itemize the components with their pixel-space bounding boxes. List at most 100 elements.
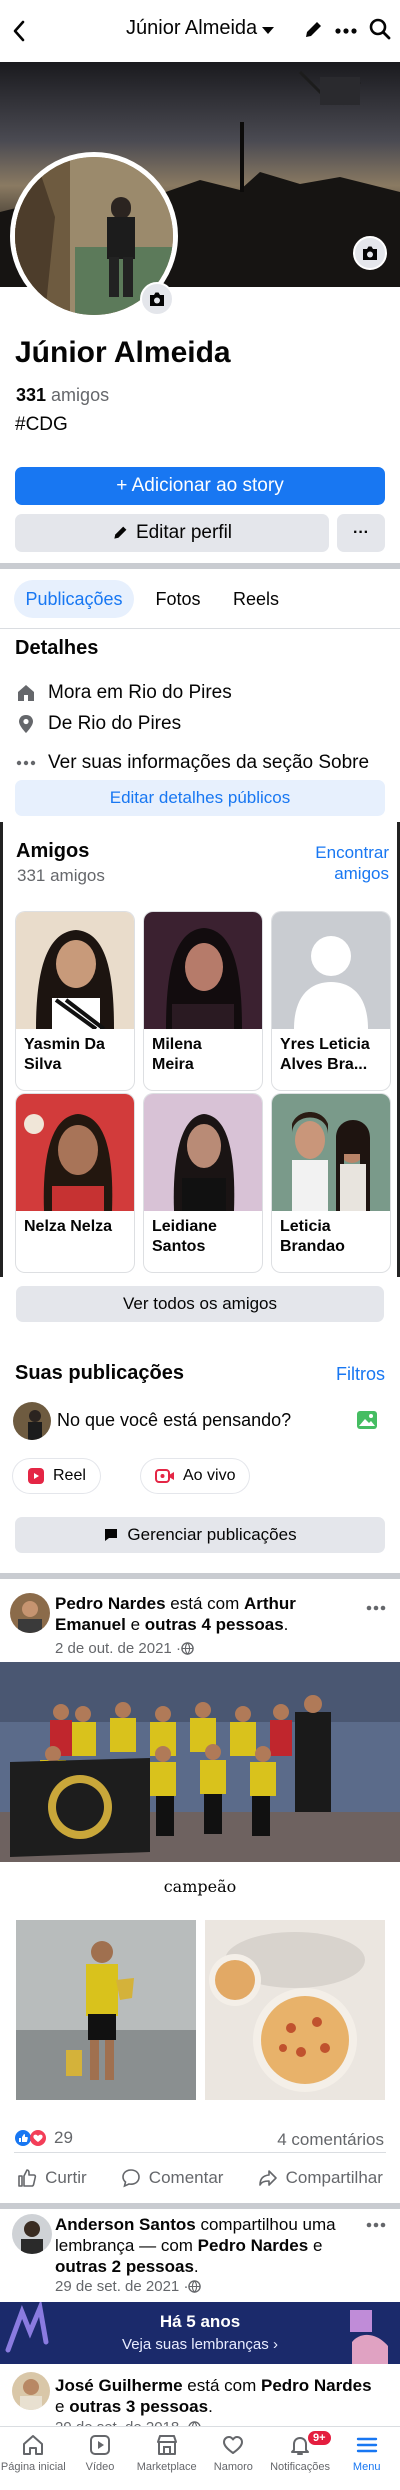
post-author-avatar[interactable] [12, 2372, 50, 2410]
post-others[interactable]: outras 2 pessoas [55, 2257, 194, 2276]
friends-count[interactable]: 331 amigos [16, 385, 109, 406]
nav-menu[interactable]: Menu [333, 2427, 400, 2490]
post-with-text: está com [182, 2376, 261, 2395]
comments-count[interactable]: 4 comentários [272, 2130, 384, 2150]
post-author-name[interactable]: Anderson Santos [55, 2215, 196, 2234]
post-others[interactable]: outras 3 pessoas [69, 2397, 208, 2416]
post-more-icon[interactable] [366, 2222, 386, 2228]
nav-marketplace[interactable]: Marketplace [133, 2427, 200, 2490]
chat-icon [105, 1529, 118, 1541]
section-divider [0, 1573, 400, 1579]
friend-card[interactable]: Yasmin Da Silva [16, 912, 134, 1090]
post-photo-trophy[interactable] [16, 1920, 196, 2100]
tab-publicacoes[interactable]: Publicações [14, 580, 134, 618]
see-about-info-link[interactable]: Ver suas informações da seção Sobre [16, 752, 369, 774]
find-friends-link[interactable]: Encontrar amigos [309, 842, 389, 884]
more-dots-icon [16, 760, 36, 766]
post-actions: Curtir Comentar Compartilhar [0, 2155, 400, 2201]
memory-link[interactable]: Veja suas lembranças › [0, 2336, 400, 2353]
manage-posts-button[interactable]: Gerenciar publicações [15, 1517, 385, 1553]
page-title[interactable]: Júnior Almeida [126, 17, 257, 40]
manage-posts-label: Gerenciar publicações [127, 1525, 297, 1544]
photo-icon[interactable] [356, 1410, 378, 1430]
nav-notifications[interactable]: 9+ Notificações [267, 2427, 334, 2490]
friend-card[interactable]: Yres Leticia Alves Bra... [272, 912, 390, 1090]
edit-profile-button[interactable]: Editar perfil [15, 514, 329, 552]
friend-card[interactable]: Milena Meira [144, 912, 262, 1090]
share-icon [258, 2170, 277, 2186]
friend-photo [16, 1094, 134, 1211]
profile-bio: #CDG [15, 414, 68, 435]
post-date[interactable]: 2 de out. de 2021 · [55, 1640, 194, 1657]
like-icon [18, 2169, 37, 2187]
reel-label: Reel [53, 1467, 86, 1484]
globe-icon [181, 1642, 194, 1655]
friend-name-2: Meira [152, 1056, 194, 1073]
profile-more-button[interactable]: ··· [337, 514, 385, 552]
from-place[interactable]: Rio do Pires [78, 713, 182, 735]
your-posts-title: Suas publicações [15, 1362, 184, 1384]
post-others[interactable]: outras 4 pessoas [145, 1615, 284, 1634]
reactions-summary[interactable]: 29 [14, 2128, 73, 2148]
nav-notifications-label: Notificações [270, 2461, 330, 2473]
globe-icon [188, 2280, 202, 2293]
composer-avatar[interactable] [13, 1402, 51, 1440]
post-author-avatar[interactable] [10, 1593, 50, 1633]
search-icon[interactable] [369, 18, 391, 40]
friend-card[interactable]: Nelza Nelza [16, 1094, 134, 1272]
nav-home-label: Página inicial [0, 2461, 66, 2473]
section-divider [0, 2203, 400, 2209]
friends-title: Amigos [16, 840, 90, 862]
nav-home[interactable]: Página inicial [0, 2427, 67, 2490]
heart-icon [223, 2436, 244, 2454]
post-photo-team[interactable] [0, 1662, 400, 1862]
reel-button[interactable]: Reel [13, 1459, 100, 1493]
tab-reels[interactable]: Reels [224, 580, 288, 618]
post-author-avatar[interactable] [12, 2214, 52, 2254]
share-button[interactable]: Compartilhar [258, 2168, 383, 2188]
memory-banner[interactable]: Há 5 anos Veja suas lembranças › [0, 2302, 400, 2364]
filters-link[interactable]: Filtros [336, 1364, 385, 1385]
post-author-name[interactable]: Pedro Nardes [55, 1594, 166, 1613]
lives-in-place[interactable]: Rio do Pires [128, 682, 232, 704]
home-icon [23, 2435, 44, 2455]
post-more-icon[interactable] [366, 1605, 386, 1611]
memory-title: Há 5 anos [159, 2312, 241, 2331]
friend-card[interactable]: Leidiane Santos [144, 1094, 262, 1272]
post-tagged-name[interactable]: Pedro Nardes [198, 2236, 309, 2255]
post-and-text: e [125, 1615, 145, 1634]
post-date[interactable]: 29 de set. de 2021 · [55, 2278, 202, 2295]
like-button[interactable]: Curtir [17, 2168, 87, 2188]
post-header: Pedro Nardes está com Arthur Emanuel e o… [55, 1594, 296, 1634]
post-photo-pizza[interactable] [205, 1920, 385, 2100]
composer-input[interactable]: No que você está pensando? [57, 1410, 291, 1431]
friend-name-1: Nelza Nelza [24, 1218, 113, 1235]
see-all-friends-button[interactable]: Ver todos os amigos [16, 1286, 384, 1322]
avatar-camera-icon[interactable] [140, 282, 174, 316]
actions-divider [14, 2152, 386, 2153]
nav-video[interactable]: Vídeo [67, 2427, 134, 2490]
menu-icon [356, 2437, 377, 2453]
friend-name-2: Brandao [280, 1238, 345, 1255]
chevron-down-icon[interactable] [262, 27, 274, 35]
edit-pencil-icon[interactable] [303, 20, 323, 40]
tab-fotos[interactable]: Fotos [146, 580, 210, 618]
post-author-name[interactable]: José Guilherme [55, 2376, 183, 2395]
friend-name-2: Silva [24, 1056, 62, 1073]
edit-public-details-button[interactable]: Editar detalhes públicos [15, 780, 385, 816]
nav-dating[interactable]: Namoro [200, 2427, 267, 2490]
post-tagged-name[interactable]: Pedro Nardes [261, 2376, 372, 2395]
nav-dating-label: Namoro [213, 2461, 253, 2473]
edit-profile-label: Editar perfil [135, 522, 233, 543]
add-to-story-button[interactable]: + Adicionar ao story [15, 467, 385, 505]
live-button[interactable]: Ao vivo [141, 1459, 250, 1493]
friends-count-number: 331 [16, 385, 47, 405]
find-friends-label-1: Encontrar [315, 843, 389, 862]
friend-card[interactable]: Leticia Brandao [272, 1094, 390, 1272]
cover-camera-icon[interactable] [353, 236, 387, 270]
comment-button[interactable]: Comentar [121, 2168, 223, 2188]
friend-name-2: Alves Bra... [280, 1056, 368, 1073]
back-icon[interactable] [12, 20, 26, 42]
more-icon[interactable] [335, 28, 357, 34]
friend-photo [272, 1094, 390, 1211]
